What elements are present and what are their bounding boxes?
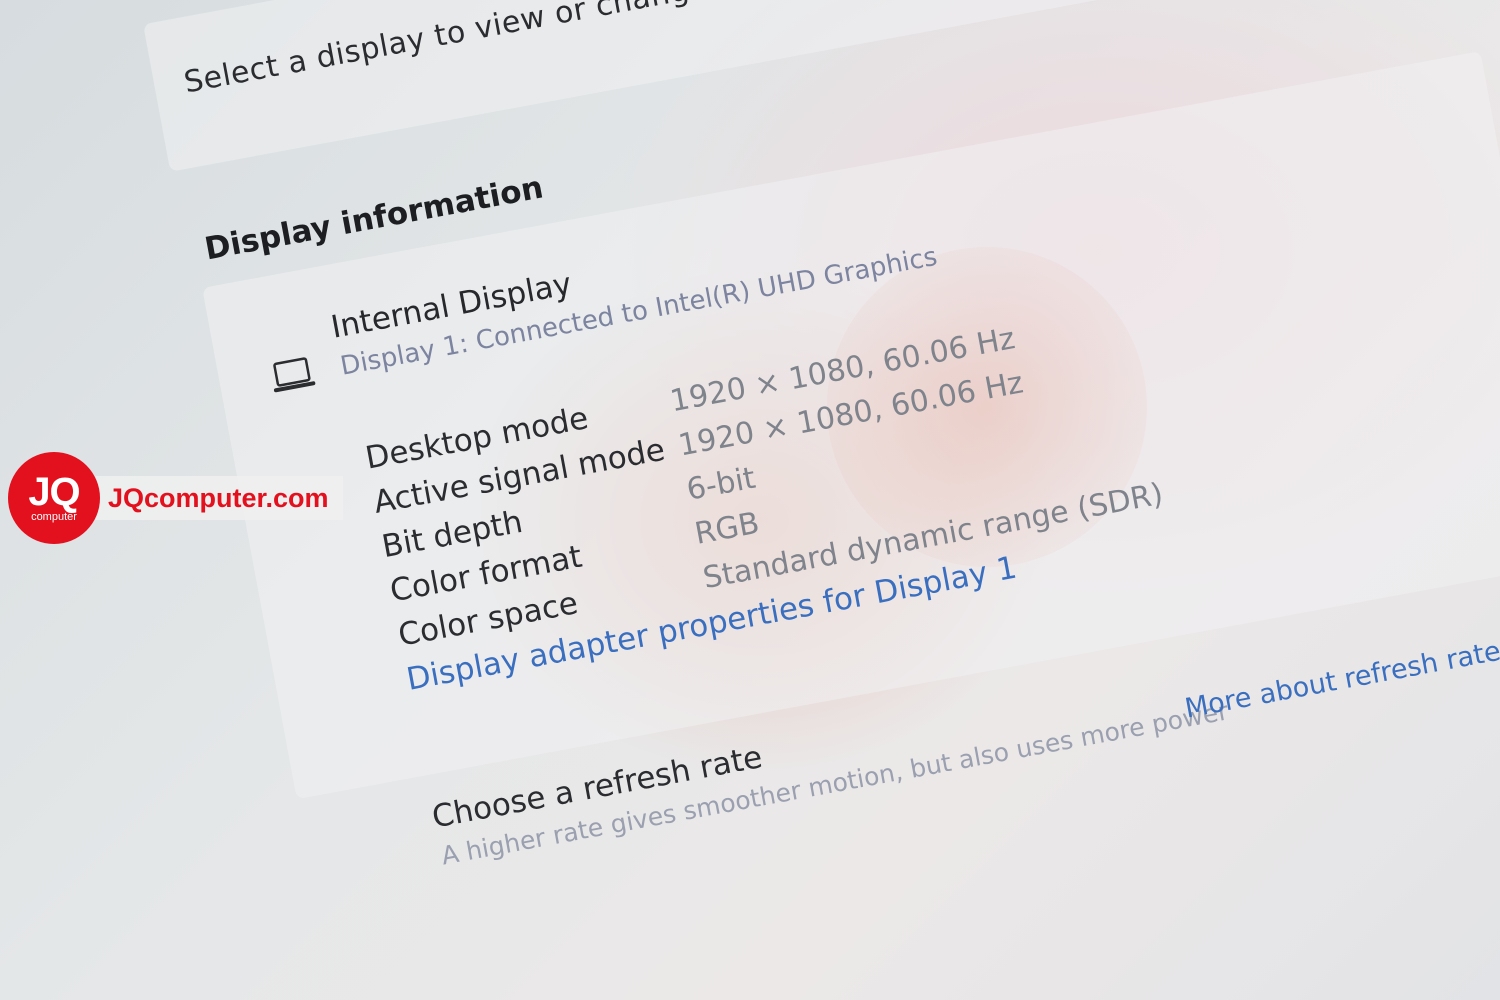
site-url-text: JQcomputer.com [108,482,329,513]
settings-display-page: Select a display to view or change it Di… [143,0,1500,1000]
site-url-bar: JQcomputer.com [90,476,343,520]
jq-logo-subtext: computer [31,511,77,523]
screen-photo: Select a display to view or change it Di… [0,0,1500,1000]
more-about-refresh-rate-link[interactable]: More about refresh rate [1183,636,1500,725]
site-watermark-logo: JQ computer JQcomputer.com [8,452,343,544]
jq-logo-circle: JQ computer [8,452,100,544]
jq-logo-text: JQ [28,470,80,514]
display-select-prompt: Select a display to view or change it [181,0,742,101]
